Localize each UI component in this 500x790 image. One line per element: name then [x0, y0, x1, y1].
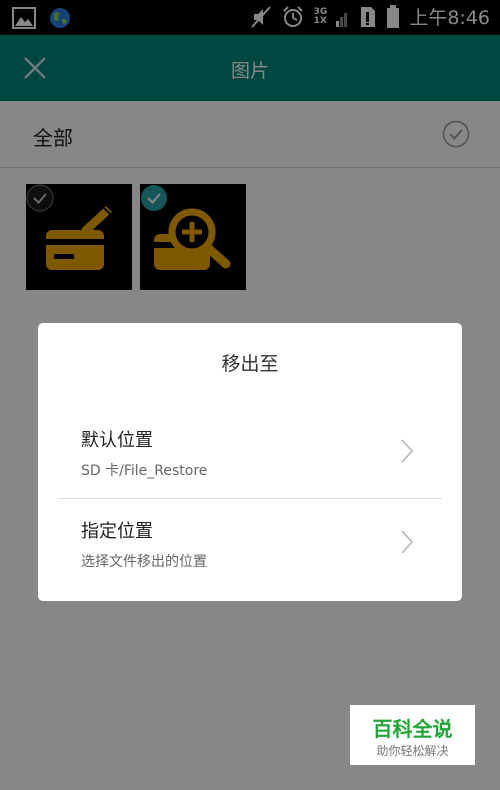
- option-subtitle: 选择文件移出的位置: [81, 554, 207, 570]
- chevron-right-icon: [401, 439, 414, 463]
- dialog-title: 移出至: [221, 353, 279, 375]
- option-title: 指定位置: [81, 521, 153, 542]
- watermark-title: 百科全说: [372, 717, 453, 741]
- chevron-right-icon: [401, 530, 414, 554]
- option-specified-location[interactable]: 指定位置 选择文件移出的位置: [58, 498, 442, 589]
- move-out-dialog: 移出至 默认位置 SD 卡/File_Restore 指定位置 选择文件移出的位…: [38, 323, 462, 601]
- watermark-subtitle: 助你轻松解决: [376, 744, 449, 758]
- watermark-logo: 百科全说 助你轻松解决: [350, 705, 475, 765]
- option-title: 默认位置: [81, 430, 153, 451]
- option-default-location[interactable]: 默认位置 SD 卡/File_Restore: [58, 408, 442, 498]
- option-subtitle: SD 卡/File_Restore: [81, 463, 208, 479]
